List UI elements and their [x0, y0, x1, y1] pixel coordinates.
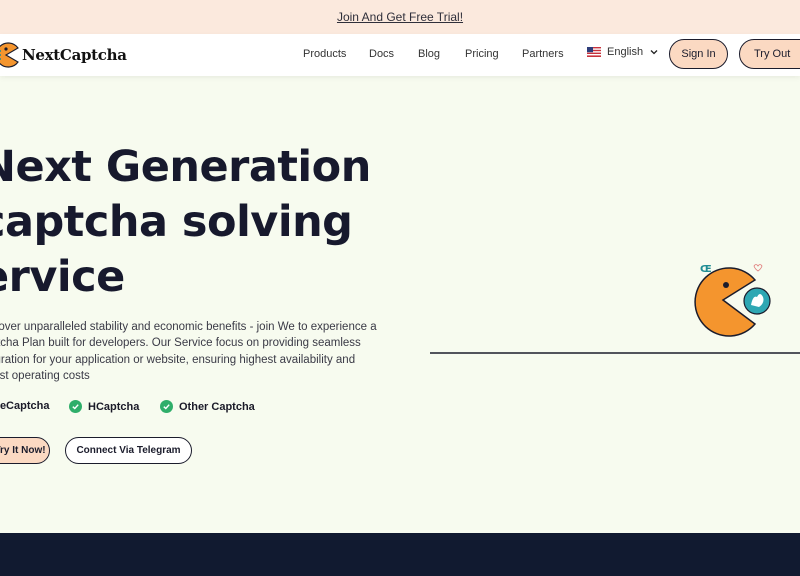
feature-other-captcha: Other Captcha	[160, 400, 255, 413]
sign-in-label: Sign In	[681, 48, 716, 60]
language-label: English	[607, 46, 644, 58]
hero-title-line-1: Next Generation	[0, 142, 371, 192]
hero-desc-line-1: Discover unparalleled stability and econ…	[0, 321, 377, 333]
pacman-eye	[723, 282, 729, 288]
hero-desc-line-4: lowest operating costs	[0, 369, 90, 382]
feature-other-captcha-label: Other Captcha	[179, 400, 255, 413]
try-it-now-label: Try It Now!	[0, 445, 46, 456]
check-circle-icon	[160, 400, 173, 413]
connect-telegram-label: Connect Via Telegram	[76, 445, 181, 456]
hero-title-line-3: ervice	[0, 252, 125, 302]
heart-icon	[753, 264, 763, 272]
try-out-label: Try Out	[754, 48, 791, 60]
hero-description: Discover unparalleled stability and econ…	[0, 319, 377, 384]
try-out-button[interactable]: Try Out →	[739, 39, 800, 69]
feature-hcaptcha-label: HCaptcha	[88, 400, 140, 413]
feature-hcaptcha: HCaptcha	[69, 400, 139, 413]
captcha-letters-icon: Œ	[700, 264, 712, 275]
logo-icon	[0, 42, 19, 68]
feature-recaptcha-label: ReCaptcha	[0, 400, 50, 412]
footer-band	[0, 533, 800, 576]
nav-docs[interactable]: Docs	[369, 48, 394, 60]
connect-telegram-button[interactable]: Connect Via Telegram	[65, 437, 192, 464]
hero-illustration: Œ	[430, 264, 800, 354]
nav-blog[interactable]: Blog	[418, 48, 440, 60]
chevron-down-icon	[650, 50, 658, 55]
hero-desc-line-3: integration for your application or webs…	[0, 353, 356, 366]
hero-desc-line-2: Captcha Plan built for developers. Our S…	[0, 337, 361, 350]
top-nav: NextCaptcha Products Docs Blog Pricing P…	[0, 34, 800, 76]
hero-title-line-2: captcha solving	[0, 197, 353, 247]
feature-recaptcha: ReCaptcha	[0, 400, 49, 412]
brand-name: NextCaptcha	[22, 46, 127, 64]
logo[interactable]: NextCaptcha	[0, 42, 127, 68]
free-trial-link[interactable]: Join And Get Free Trial!	[337, 10, 463, 24]
promo-banner: Join And Get Free Trial!	[0, 0, 800, 34]
sign-in-button[interactable]: Sign In	[669, 39, 728, 69]
nav-products[interactable]: Products	[303, 48, 346, 60]
nav-pricing[interactable]: Pricing	[465, 48, 499, 60]
us-flag-icon	[587, 47, 601, 57]
hero-title: Next Generation captcha solving ervice	[0, 140, 371, 305]
language-selector[interactable]: English	[587, 46, 659, 58]
check-circle-icon	[69, 400, 82, 413]
nav-partners[interactable]: Partners	[522, 48, 564, 60]
try-it-now-button[interactable]: Try It Now!	[0, 437, 50, 464]
